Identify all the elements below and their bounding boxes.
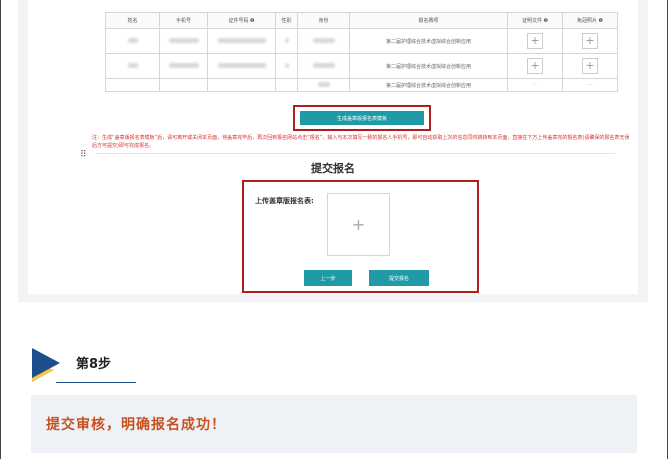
redacted-text <box>168 62 199 68</box>
registration-table: 姓名 手机号 证件号码 ❷ 性别 身份 报名赛项 证明文件 ❷ 免冠照片 ❷ 第… <box>105 12 618 92</box>
upload-label: 上传盖章版报名表: <box>255 197 314 205</box>
drag-handle-icon[interactable]: ⠿ <box>80 150 87 160</box>
col-header-certificate: 证明文件 ❷ <box>507 12 563 29</box>
table-header-row: 姓名 手机号 证件号码 ❷ 性别 身份 报名赛项 证明文件 ❷ 免冠照片 ❷ <box>105 12 618 29</box>
registration-card: 姓名 手机号 证件号码 ❷ 性别 身份 报名赛项 证明文件 ❷ 免冠照片 ❷ 第… <box>28 0 638 294</box>
upload-photo-button[interactable]: + <box>582 33 598 49</box>
table-row: 第二届护理综合技术虚拟综合创新应用 + + <box>105 28 618 54</box>
redacted-text <box>312 37 335 43</box>
redacted-text <box>284 37 289 43</box>
redacted-text <box>217 62 266 68</box>
instruction-note: 注：生成“盖章版报名表模板”后，请可离开或关闭本页面，待盖章完毕后，再次回到报名… <box>92 135 630 149</box>
redacted-text <box>127 37 138 43</box>
result-text: 提交审核，明确报名成功！ <box>46 417 226 433</box>
redacted-text <box>127 62 138 68</box>
redacted-text <box>168 37 199 43</box>
event-cell: 第二届护理综合技术虚拟综合创新应用 <box>349 28 508 54</box>
col-header-identity: 身份 <box>297 12 350 29</box>
submit-highlight-frame: 上传盖章版报名表: + 上一步 提交报名 <box>242 180 479 293</box>
col-header-photo: 免冠照片 ❷ <box>562 12 618 29</box>
previous-step-button[interactable]: 上一步 <box>304 270 352 286</box>
generate-highlight-frame: 生成盖章版报名表模板 <box>293 105 431 131</box>
result-box: 提交审核，明确报名成功！ <box>31 395 637 453</box>
redacted-text <box>317 81 330 87</box>
upload-stamped-form-box[interactable]: + <box>327 193 390 256</box>
photo-empty: — <box>562 78 618 92</box>
submit-registration-button[interactable]: 提交报名 <box>369 270 429 286</box>
event-cell: 第二届护理综合技术虚拟综合创新应用 <box>349 53 508 79</box>
generate-template-button[interactable]: 生成盖章版报名表模板 <box>300 111 424 125</box>
upload-photo-button[interactable]: + <box>582 58 598 74</box>
step-underline <box>56 382 136 383</box>
col-header-phone: 手机号 <box>159 12 208 29</box>
submit-section-title: 提交报名 <box>311 162 355 175</box>
upload-certificate-button[interactable]: + <box>527 33 543 49</box>
redacted-text <box>217 37 266 43</box>
section-divider <box>95 153 615 154</box>
table-row: 第二届护理综合技术虚拟综合创新应用 — — <box>105 78 618 92</box>
screenshot-panel: 姓名 手机号 证件号码 ❷ 性别 身份 报名赛项 证明文件 ❷ 免冠照片 ❷ 第… <box>18 0 648 302</box>
col-header-event: 报名赛项 <box>349 12 508 29</box>
event-cell: 第二届护理综合技术虚拟综合创新应用 <box>349 78 508 92</box>
step-label: 第8步 <box>76 357 112 372</box>
col-header-id-number: 证件号码 ❷ <box>207 12 276 29</box>
certificate-empty: — <box>507 78 563 92</box>
redacted-text <box>312 62 335 68</box>
upload-certificate-button[interactable]: + <box>527 58 543 74</box>
col-header-gender: 性别 <box>275 12 298 29</box>
col-header-name: 姓名 <box>105 12 160 29</box>
table-row: 第二届护理综合技术虚拟综合创新应用 + + <box>105 53 618 79</box>
play-triangle-icon <box>32 348 60 382</box>
redacted-text <box>284 62 289 68</box>
